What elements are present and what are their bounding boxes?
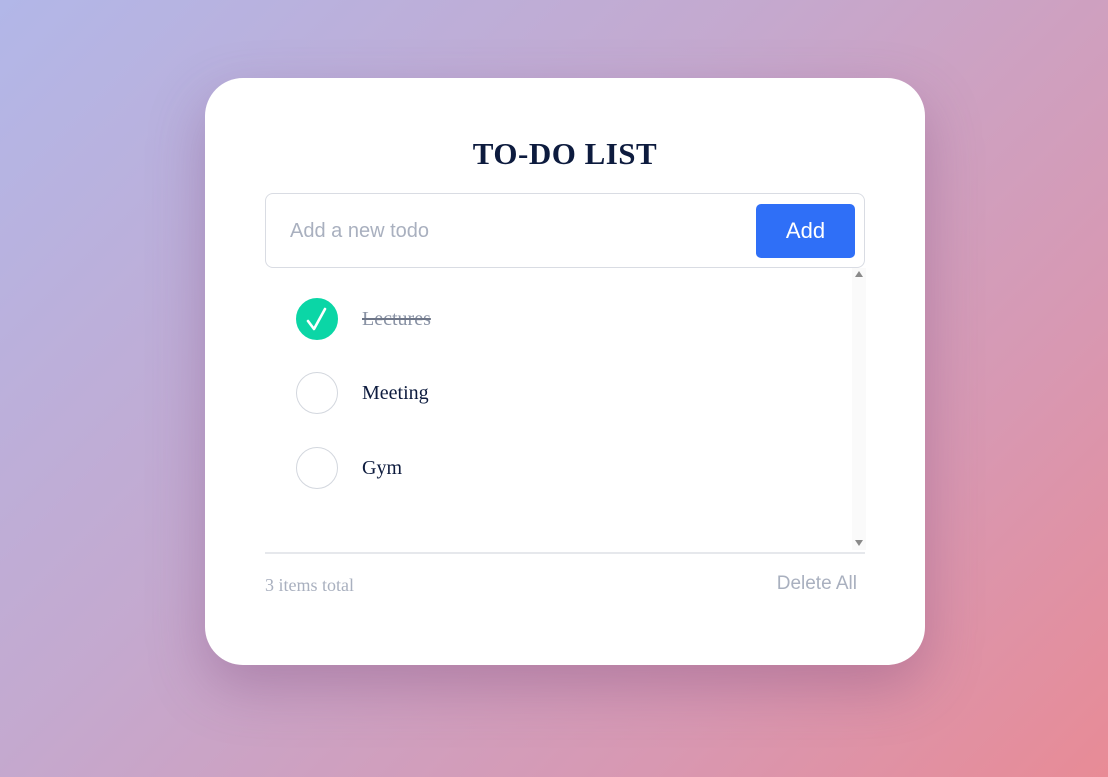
todo-checkbox[interactable] [296,447,338,489]
todo-input-bar: Add [265,193,865,268]
list-item: Lectures [296,297,431,341]
list-item: Meeting [296,371,429,415]
todo-checkbox[interactable] [296,372,338,414]
divider [265,552,865,554]
scroll-down-arrow-icon[interactable] [855,540,863,546]
list-item: Gym [296,446,402,490]
todo-card: TO-DO LIST Add Lectures Meeting Gym 3 it… [205,78,925,665]
todo-checkbox[interactable] [296,298,338,340]
todo-text: Gym [362,456,402,479]
add-button[interactable]: Add [756,204,855,258]
todo-text: Meeting [362,381,429,404]
scroll-up-arrow-icon[interactable] [855,271,863,277]
todo-input[interactable] [290,212,730,250]
checkmark-icon [306,307,327,331]
delete-all-button[interactable]: Delete All [777,573,857,595]
list-scrollbar[interactable] [852,268,866,550]
todo-list: Lectures Meeting Gym [265,268,865,550]
todo-text: Lectures [362,307,431,330]
items-count: 3 items total [265,575,354,595]
page-title: TO-DO LIST [472,136,658,171]
